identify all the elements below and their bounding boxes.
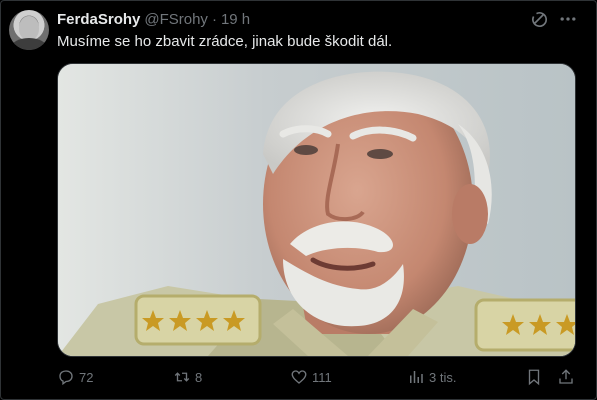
more-icon[interactable] (558, 9, 578, 29)
timestamp[interactable]: 19 h (221, 11, 250, 28)
tweet-photo[interactable] (57, 63, 576, 357)
tweet-header: FerdaSrohy @FSrohy · 19 h (57, 10, 250, 28)
action-bar: 72 8 111 3 tis. (57, 367, 577, 387)
avatar-body (11, 38, 47, 50)
avatar[interactable] (9, 10, 49, 50)
tweet-text: Musíme se ho zbavit zrádce, jinak bude š… (57, 33, 393, 50)
like-count: 111 (312, 369, 332, 385)
separator-dot: · (211, 10, 217, 28)
grok-icon[interactable] (529, 9, 549, 29)
bookmark-icon (528, 369, 540, 386)
reply-button[interactable]: 72 (57, 367, 93, 387)
like-icon (291, 370, 307, 384)
views-count: 3 tis. (429, 369, 457, 385)
author-name[interactable]: FerdaSrohy (57, 11, 140, 28)
photo-military-officer (58, 64, 575, 356)
author-handle[interactable]: @FSrohy (144, 11, 208, 28)
retweet-count: 8 (195, 369, 203, 385)
retweet-button[interactable]: 8 (173, 367, 202, 387)
views-icon (410, 371, 423, 383)
share-icon (559, 369, 573, 384)
bookmark-button[interactable] (525, 367, 547, 387)
retweet-icon (174, 372, 190, 382)
avatar-face (19, 16, 39, 40)
share-button[interactable] (557, 367, 579, 387)
like-button[interactable]: 111 (290, 367, 332, 387)
reply-icon (59, 370, 73, 386)
views-button[interactable]: 3 tis. (407, 367, 456, 387)
tweet-card[interactable]: FerdaSrohy @FSrohy · 19 h Musíme se ho z… (0, 0, 597, 400)
reply-count: 72 (79, 369, 94, 385)
